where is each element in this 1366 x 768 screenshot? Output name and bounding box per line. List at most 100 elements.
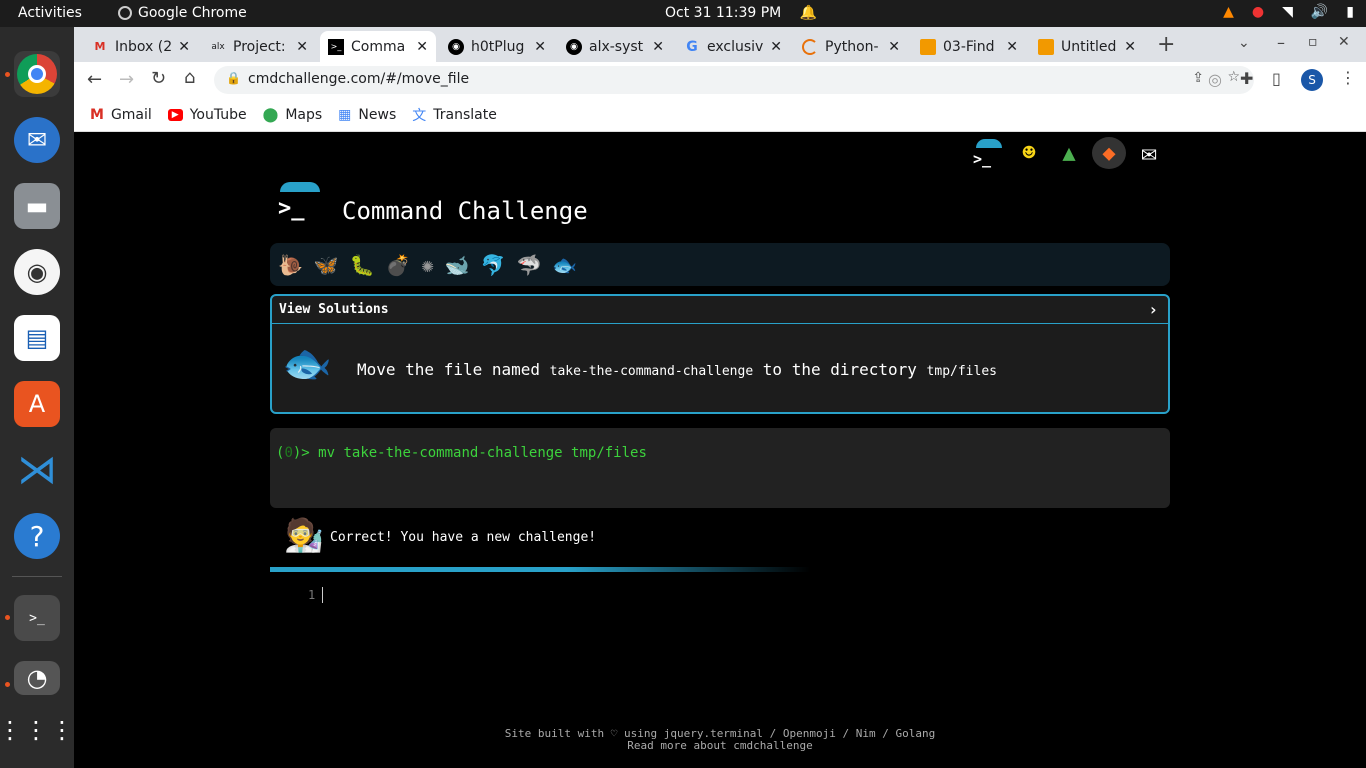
menu-icon[interactable]: ⋮	[1340, 68, 1356, 87]
files-dock-icon[interactable]: ▬	[14, 183, 60, 229]
shushing-face-icon[interactable]: ☻	[1012, 137, 1046, 169]
bookmark-maps[interactable]: ⬤ Maps	[263, 107, 323, 123]
tab-inbox[interactable]: M Inbox (2 ✕	[84, 31, 198, 62]
activities-button[interactable]: Activities	[18, 5, 82, 21]
close-icon[interactable]: ✕	[296, 39, 308, 55]
show-apps-icon[interactable]: ⋮⋮⋮	[0, 707, 74, 753]
terminal[interactable]: (0)> mv take-the-command-challenge tmp/f…	[270, 428, 1170, 508]
address-bar[interactable]: 🔒 cmdchallenge.com/#/move_file ⇪ ☆	[214, 66, 1254, 94]
clock-text: Oct 31 11:39 PM	[665, 5, 782, 21]
back-icon[interactable]: ←	[87, 69, 102, 90]
libreoffice-writer-dock-icon[interactable]: ▤	[14, 315, 60, 361]
tab-alx-system[interactable]: ◉ alx-syst ✕	[558, 31, 672, 62]
close-window-icon[interactable]: ✕	[1338, 34, 1350, 50]
tab-label: exclusiv	[707, 38, 764, 55]
footer-about-link[interactable]: Read more about cmdchallenge	[74, 740, 1366, 752]
help-dock-icon[interactable]: ?	[14, 513, 60, 559]
tab-untitled[interactable]: Untitled ✕	[1030, 31, 1144, 62]
dolphin-icon[interactable]: 🐬	[481, 253, 506, 277]
puzzle-icon[interactable]: ✚	[1240, 69, 1253, 88]
shark-icon[interactable]: 🦈	[516, 253, 541, 277]
bomb-icon[interactable]: 💣	[386, 253, 411, 277]
system-tray[interactable]: ▲ ● ◥ 🔊 ▮	[1223, 4, 1354, 20]
close-icon[interactable]: ✕	[888, 39, 900, 55]
forward-icon[interactable]: →	[119, 69, 134, 90]
battery-icon[interactable]: ▮	[1346, 4, 1354, 20]
challenge-text-1: Move the file named	[357, 360, 550, 379]
reload-icon[interactable]: ↻	[151, 68, 166, 89]
extension-icon[interactable]: ◎	[1208, 70, 1222, 89]
tab-search-icon[interactable]: ⌄	[1238, 35, 1250, 51]
view-solutions-label: View Solutions	[279, 302, 389, 317]
volume-icon[interactable]: 🔊	[1311, 4, 1328, 20]
rhythmbox-dock-icon[interactable]: ◉	[14, 249, 60, 295]
bookmark-label: Gmail	[110, 106, 152, 123]
wifi-icon[interactable]: ◥	[1282, 4, 1293, 20]
expand-arrow-icon[interactable]: ›	[1148, 300, 1158, 319]
close-icon[interactable]: ✕	[652, 39, 664, 55]
footer: Site built with ♡ using jquery.terminal …	[74, 728, 1366, 752]
close-icon[interactable]: ✕	[1006, 39, 1018, 55]
bookmark-youtube[interactable]: ▶ YouTube	[167, 107, 247, 123]
bookmark-gmail[interactable]: M Gmail	[90, 107, 152, 123]
view-solutions-header[interactable]: View Solutions ›	[272, 296, 1168, 324]
disk-usage-dock-icon[interactable]: ◔	[14, 661, 60, 695]
bookmark-star-icon[interactable]: ☆	[1227, 69, 1240, 85]
tab-h0tplug[interactable]: ◉ h0tPlug ✕	[440, 31, 554, 62]
new-tab-icon[interactable]: +	[1157, 32, 1175, 57]
close-icon[interactable]: ✕	[416, 39, 428, 55]
book-icon	[1038, 38, 1054, 55]
app-menu[interactable]: Google Chrome	[118, 5, 247, 21]
site-logo: >_	[276, 180, 322, 224]
bookmark-translate[interactable]: 文 Translate	[412, 105, 497, 125]
close-icon[interactable]: ✕	[770, 39, 782, 55]
caterpillar-icon[interactable]: 🐛	[350, 253, 375, 277]
minimize-icon[interactable]: –	[1277, 33, 1285, 52]
fish-icon[interactable]: 🐟	[552, 253, 577, 277]
vlc-icon[interactable]: ▲	[1223, 4, 1234, 20]
chrome-dock-icon[interactable]	[14, 51, 60, 97]
thunderbird-dock-icon[interactable]: ✉	[14, 117, 60, 163]
maximize-icon[interactable]: ▫	[1308, 34, 1318, 50]
tab-strip: M Inbox (2 ✕ alx Project: ✕ >_ Comma ✕ ◉ h0tPlu…	[74, 27, 1366, 62]
clock[interactable]: Oct 31 11:39 PM 🔔	[665, 5, 817, 21]
whale-icon[interactable]: 🐋	[445, 253, 470, 277]
tab-python[interactable]: Python- ✕	[794, 31, 908, 62]
mail-icon[interactable]: ✉	[1132, 137, 1166, 169]
app-center-dock-icon[interactable]: A	[14, 381, 60, 427]
tab-project[interactable]: alx Project: ✕	[202, 31, 316, 62]
editor-cursor[interactable]	[322, 587, 323, 603]
close-icon[interactable]: ✕	[178, 39, 190, 55]
bookmark-news[interactable]: ▦ News	[338, 107, 396, 123]
bookmark-label: News	[358, 106, 397, 123]
snail-icon[interactable]: 🐌	[278, 253, 303, 277]
github-icon: ◉	[566, 38, 582, 55]
browser-toolbar: ← → ↻ ⌂ 🔒 cmdchallenge.com/#/move_file ⇪…	[74, 62, 1366, 98]
profile-avatar[interactable]: S	[1301, 69, 1323, 91]
chrome-tray-icon[interactable]: ●	[1252, 4, 1264, 20]
mascot-icon: 🧑‍🔬	[284, 516, 324, 554]
tab-label: Comma	[351, 38, 406, 55]
close-icon[interactable]: ✕	[1124, 39, 1136, 55]
fish-challenge-icon: 🐟	[282, 341, 332, 387]
close-icon[interactable]: ✕	[534, 39, 546, 55]
vscode-dock-icon[interactable]: ⋊	[14, 447, 60, 493]
page-content: >_ ☻ ▲ ◆ ✉ >_ Command Challenge 🐌 🦋 🐛 💣 …	[74, 132, 1366, 768]
tab-label: Python-	[825, 38, 879, 55]
cmdchallenge-terminal-icon[interactable]: >_	[971, 137, 1005, 169]
google-icon: G	[686, 38, 698, 55]
side-panel-icon[interactable]: ▯	[1272, 69, 1281, 88]
web-icon[interactable]: ✺	[422, 253, 434, 277]
terminal-dock-icon[interactable]: >_	[14, 595, 60, 641]
tab-command-challenge[interactable]: >_ Comma ✕	[320, 31, 436, 62]
home-icon[interactable]: ⌂	[184, 67, 195, 88]
prompt-suffix: )>	[292, 445, 319, 461]
gitlab-icon[interactable]: ◆	[1092, 137, 1126, 169]
tab-label: h0tPlug	[471, 38, 525, 55]
challenge-code-2: tmp/files	[926, 364, 997, 379]
share-icon[interactable]: ⇪	[1192, 70, 1204, 86]
tab-exclusive[interactable]: Gexclusiv ✕	[676, 31, 790, 62]
butterfly-icon[interactable]: 🦋	[314, 253, 339, 277]
tab-03-find[interactable]: 03-Find ✕	[912, 31, 1026, 62]
tree-icon[interactable]: ▲	[1052, 137, 1086, 169]
